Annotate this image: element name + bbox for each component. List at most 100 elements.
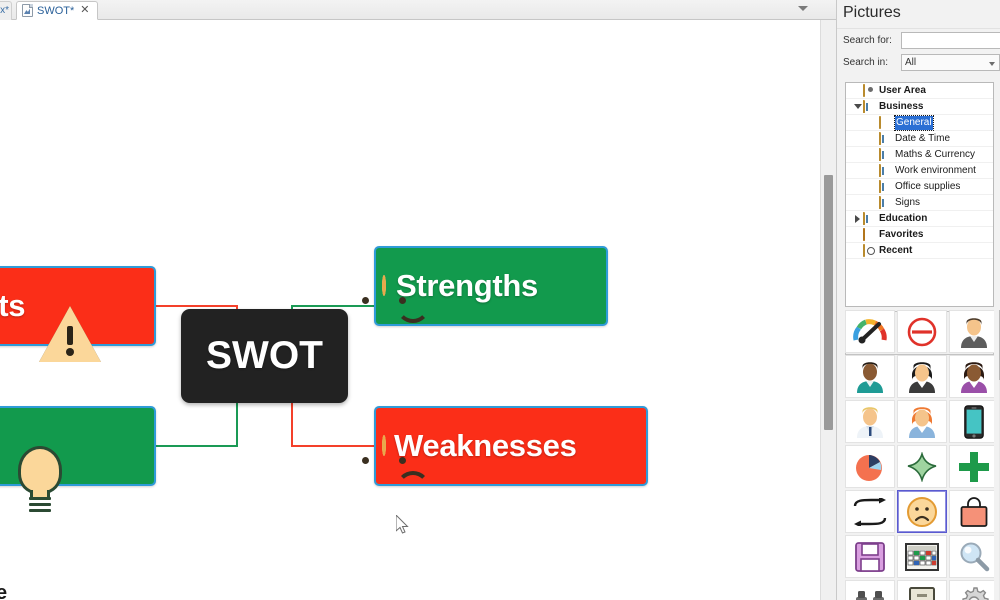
- file-cabinet-icon: [909, 586, 935, 600]
- gallery-item[interactable]: [897, 445, 947, 488]
- pie-chart-icon: [854, 451, 886, 483]
- mindmap-node-opportunities[interactable]: unities: [0, 406, 156, 512]
- category-tree[interactable]: User Area Business General Date & Time Maths…: [845, 82, 994, 307]
- search-in-row: Search in: All: [837, 53, 1000, 72]
- folder-picture-icon: [879, 196, 892, 209]
- person-woman-red-icon: [907, 406, 937, 438]
- gallery-item[interactable]: [949, 535, 994, 578]
- gallery-item[interactable]: [897, 400, 947, 443]
- gallery-item[interactable]: [845, 310, 895, 353]
- floppy-disk-icon: [855, 541, 885, 572]
- tree-item-label: Maths & Currency: [895, 148, 976, 160]
- person-man-teal-icon: [855, 361, 885, 393]
- gallery-item[interactable]: [949, 355, 994, 398]
- tree-item[interactable]: General: [846, 114, 993, 131]
- tree-item[interactable]: Maths & Currency: [846, 147, 993, 163]
- folder-picture-icon: [863, 212, 876, 225]
- tree-item-label: User Area: [879, 84, 926, 96]
- mindmap-node-weaknesses[interactable]: Weaknesses: [362, 406, 648, 486]
- gauge-meter-icon: [853, 318, 887, 346]
- canvas-scrollbar-thumb[interactable]: [824, 175, 833, 430]
- tree-item[interactable]: User Area: [846, 83, 993, 99]
- tree-item[interactable]: Date & Time: [846, 131, 993, 147]
- search-for-row: Search for:: [837, 31, 1000, 50]
- tree-item-label: General: [894, 114, 934, 131]
- caret-down-icon[interactable]: [852, 104, 863, 109]
- tab-swot[interactable]: SWOT* ✕: [16, 1, 98, 20]
- no-entry-icon: [906, 316, 938, 348]
- magnifier-icon: [958, 541, 990, 573]
- search-in-dropdown[interactable]: All: [901, 54, 1000, 71]
- gallery-item[interactable]: [949, 490, 994, 533]
- folder-open-icon: [879, 116, 892, 129]
- folder-picture-icon: [879, 148, 892, 161]
- gallery-item[interactable]: [949, 580, 994, 600]
- tab-close-button[interactable]: ✕: [78, 5, 91, 16]
- smiley-happy-icon: [362, 275, 430, 323]
- tab-swot-label: SWOT*: [37, 4, 75, 17]
- gallery-item[interactable]: [949, 310, 994, 353]
- search-input[interactable]: [901, 32, 1000, 49]
- gallery-item[interactable]: [897, 580, 947, 600]
- tab-inactive-partial[interactable]: x*: [0, 1, 12, 20]
- caret-right-icon[interactable]: [852, 214, 863, 223]
- mouse-pointer-icon: [396, 515, 409, 534]
- binoculars-icon: [854, 589, 886, 600]
- mindmap-canvas[interactable]: hreats unities SWOT Strengths: [0, 20, 820, 600]
- person-man-blond-icon: [855, 406, 885, 438]
- green-cross-icon: [959, 451, 989, 482]
- mindmap-node-threats-label: hreats: [0, 288, 26, 323]
- tree-item-label: Education: [879, 212, 928, 224]
- folder-picture-icon: [879, 180, 892, 193]
- tree-item-label: Work environment: [895, 164, 976, 176]
- pictures-panel: Pictures Search for: Search in: All User…: [836, 0, 1000, 600]
- tree-item[interactable]: Favorites: [846, 227, 993, 243]
- tree-item[interactable]: Work environment: [846, 163, 993, 179]
- mindmap-node-weaknesses-label: Weaknesses: [394, 428, 577, 463]
- tree-item[interactable]: Signs: [846, 195, 993, 211]
- exchange-arrows-icon: [853, 497, 887, 526]
- gallery-item[interactable]: [897, 535, 947, 578]
- tree-item[interactable]: Education: [846, 211, 993, 227]
- tree-item-label: Signs: [895, 196, 921, 208]
- folder-picture-icon: [879, 132, 892, 145]
- push-pin-icon: [906, 451, 938, 482]
- folder-picture-icon: [879, 164, 892, 177]
- search-in-value: All: [905, 57, 917, 68]
- person-man-gray-icon: [959, 316, 989, 348]
- gallery-item[interactable]: [897, 310, 947, 353]
- tree-item-label: Office supplies: [895, 180, 961, 192]
- search-block: Search for: Search in: All: [837, 28, 1000, 79]
- tab-inactive-label: x*: [0, 5, 9, 16]
- mindmap-node-strengths[interactable]: Strengths: [362, 246, 608, 326]
- gallery-item[interactable]: [845, 580, 895, 600]
- tree-item[interactable]: Office supplies: [846, 179, 993, 195]
- gallery-item[interactable]: [949, 400, 994, 443]
- mindmap-node-center-label: SWOT: [206, 334, 323, 377]
- tree-item-label: Recent: [879, 244, 913, 256]
- gallery-item[interactable]: [845, 535, 895, 578]
- gallery-item[interactable]: [897, 490, 947, 533]
- gallery-item[interactable]: [949, 445, 994, 488]
- gallery-item[interactable]: [845, 445, 895, 488]
- smartphone-icon: [964, 404, 984, 439]
- tree-item-label: Business: [879, 100, 924, 112]
- gallery-item[interactable]: [897, 355, 947, 398]
- smiley-sad-icon: [906, 496, 938, 528]
- tree-item[interactable]: Business: [846, 99, 993, 115]
- tree-item-label: Favorites: [879, 228, 924, 240]
- canvas-vertical-scrollbar[interactable]: [820, 20, 836, 600]
- canvas-edge-text: e: [0, 582, 8, 600]
- chevron-down-icon[interactable]: [798, 6, 808, 11]
- gallery-item[interactable]: [845, 400, 895, 443]
- mindmap-node-threats[interactable]: hreats: [0, 266, 156, 364]
- tree-item[interactable]: Recent: [846, 243, 993, 259]
- tab-bar: x* SWOT* ✕: [0, 0, 836, 20]
- mindmap-node-center[interactable]: SWOT: [181, 309, 348, 403]
- search-in-label: Search in:: [843, 57, 889, 68]
- gallery-item[interactable]: [845, 490, 895, 533]
- document-icon: [22, 4, 33, 17]
- gallery-item[interactable]: [845, 355, 895, 398]
- folder-favorite-icon: [863, 228, 876, 241]
- picture-gallery[interactable]: [845, 310, 994, 600]
